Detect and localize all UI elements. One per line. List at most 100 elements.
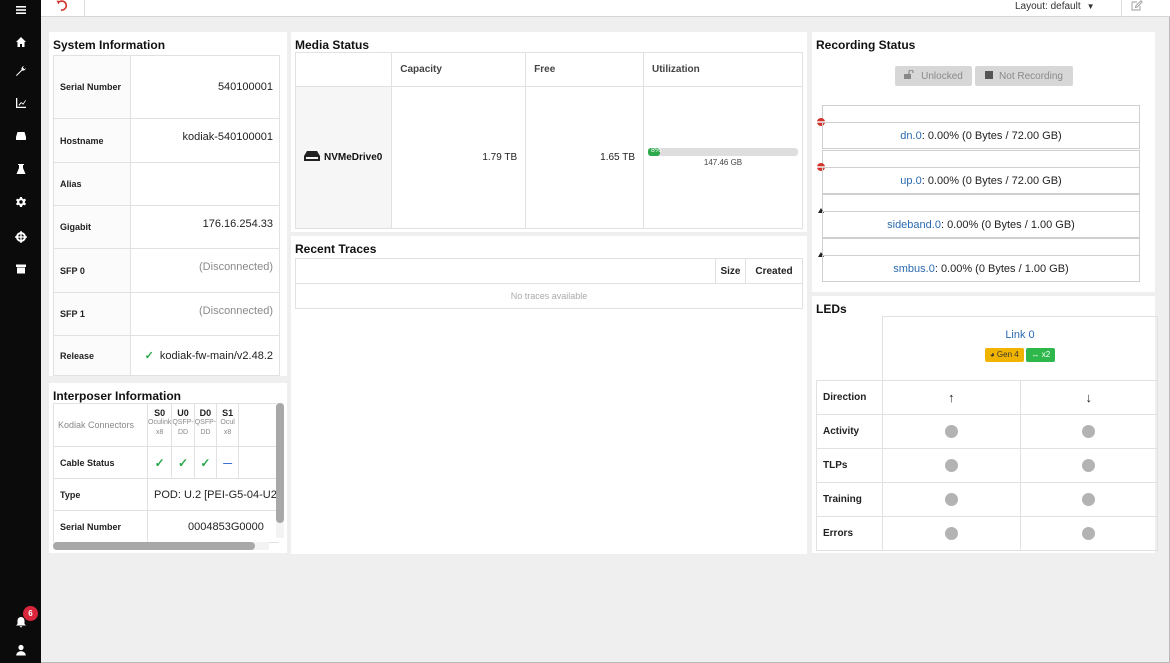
table-row: Serial Number 540100001 <box>53 55 280 119</box>
gear-icon[interactable] <box>0 192 41 212</box>
free-header: Free <box>525 52 644 87</box>
check-icon: ✓ <box>154 455 165 470</box>
interposer-scroll-area[interactable]: Kodiak Connectors S0 Oculink x8 U0 QSFP- DD … <box>53 403 279 546</box>
activity-down-led <box>1082 425 1096 438</box>
led-cell <box>882 448 1021 483</box>
buffer-usage: : 0.00% (0 Bytes / 1.00 GB) <box>940 219 1075 231</box>
sfp1-value: (Disconnected) <box>130 292 280 336</box>
serial-number-value: 540100001 <box>130 55 280 119</box>
unlock-icon <box>904 69 915 82</box>
errors-down-led <box>1082 527 1096 540</box>
interposer-table: Kodiak Connectors S0 Oculink x8 U0 QSFP- DD … <box>53 403 279 543</box>
buffer-bar <box>822 238 1140 255</box>
check-icon: ✓ <box>200 455 211 470</box>
size-header[interactable]: Size <box>715 258 746 284</box>
toolbar-divider <box>84 0 85 17</box>
traces-header-row: Size Created <box>295 258 803 284</box>
buffer-text: dn.0: 0.00% (0 Bytes / 72.00 GB) <box>822 122 1140 149</box>
buffer-name[interactable]: smbus.0 <box>893 263 935 275</box>
flask-icon[interactable] <box>0 159 41 179</box>
table-row: Release ✓ kodiak-fw-main/v2.48.2 <box>53 335 280 376</box>
buffer-usage: : 0.00% (0 Bytes / 1.00 GB) <box>934 263 1069 275</box>
buffer-usage: : 0.00% (0 Bytes / 72.00 GB) <box>921 175 1062 187</box>
chart-icon[interactable] <box>0 93 41 113</box>
buffer-name[interactable]: up.0 <box>900 175 921 187</box>
wrench-icon[interactable] <box>0 61 41 81</box>
stop-icon <box>985 70 994 82</box>
drive-icon <box>304 151 320 164</box>
table-row: SFP 1 (Disconnected) <box>53 292 280 336</box>
link-header: Link 0 ◕ Gen 4 ↔ x2 <box>882 316 1158 381</box>
vertical-scrollbar[interactable] <box>276 403 284 538</box>
dash-icon: — <box>223 457 233 468</box>
unlocked-label: Unlocked <box>921 70 963 82</box>
traces-empty-row: No traces available <box>295 283 803 309</box>
row-key: Gigabit <box>53 205 131 249</box>
gen-tag: ◕ Gen 4 <box>984 348 1024 362</box>
buffer-bar <box>822 194 1140 211</box>
layout-select-label: Layout: default <box>1015 1 1081 12</box>
connectors-label: Kodiak Connectors <box>53 403 148 447</box>
traces-table: Size Created No traces available <box>295 258 803 309</box>
capacity-header: Capacity <box>391 52 527 87</box>
leds-table: Link 0 ◕ Gen 4 ↔ x2 Direction ↑ ↓ Activi… <box>816 316 1158 551</box>
buffer-bar <box>822 105 1140 122</box>
edit-icon[interactable] <box>1131 0 1143 11</box>
direction-row: Direction ↑ ↓ <box>816 380 1158 415</box>
table-row: Gigabit 176.16.254.33 <box>53 205 280 249</box>
type-value: POD: U.2 [PEI-G5-04-U2 <box>147 478 279 511</box>
horizontal-scrollbar[interactable] <box>53 542 269 550</box>
utilization-header: Utilization <box>643 52 803 87</box>
leds-panel: LEDs Link 0 ◕ Gen 4 ↔ x2 Direction ↑ ↓ A… <box>812 296 1158 553</box>
top-bar: Layout: default ▼ <box>41 0 1170 17</box>
serial-row: Serial Number 0004853G0000 <box>53 510 279 543</box>
recording-status-title: Recording Status <box>816 38 916 52</box>
link-label[interactable]: Link 0 <box>883 329 1157 341</box>
connector-header-row: Kodiak Connectors S0 Oculink x8 U0 QSFP- DD … <box>53 403 279 447</box>
archive-icon[interactable] <box>0 259 41 279</box>
drive-icon[interactable] <box>0 126 41 146</box>
layout-select[interactable]: Layout: default ▼ <box>1015 0 1095 13</box>
alias-value <box>130 162 280 206</box>
system-info-title: System Information <box>53 38 166 52</box>
menu-icon[interactable] <box>0 0 41 20</box>
errors-label: Errors <box>816 516 883 551</box>
serial-number-value: 0004853G0000 <box>147 510 279 543</box>
undo-icon[interactable] <box>55 0 71 12</box>
cable-status-row: Cable Status ✓ ✓ ✓ — <box>53 446 279 479</box>
recent-traces-panel: Recent Traces Size Created No traces ava… <box>291 236 807 554</box>
not-recording-button[interactable]: Not Recording <box>975 66 1073 86</box>
buffer-text: sideband.0: 0.00% (0 Bytes / 1.00 GB) <box>822 211 1140 238</box>
direction-label: Direction <box>816 380 883 415</box>
drive-name: NVMeDrive0 <box>324 152 383 164</box>
activity-up-led <box>944 425 958 438</box>
tlps-label: TLPs <box>816 448 883 483</box>
user-icon[interactable] <box>0 640 41 660</box>
release-cell: ✓ kodiak-fw-main/v2.48.2 <box>130 335 280 376</box>
created-header[interactable]: Created <box>745 258 803 284</box>
buffer-name[interactable]: dn.0 <box>900 130 921 142</box>
header-blank <box>294 52 393 87</box>
not-recording-label: Not Recording <box>999 70 1063 82</box>
activity-label: Activity <box>816 414 883 449</box>
row-key: Release <box>53 335 131 376</box>
cable-status-d0: ✓ <box>193 446 218 479</box>
table-row: Hostname kodiak-540100001 <box>53 118 280 163</box>
home-icon[interactable] <box>0 32 41 52</box>
down-arrow-icon: ↓ <box>1019 380 1158 415</box>
connector-s0: S0 Oculink x8 <box>146 403 173 447</box>
unlocked-button[interactable]: Unlocked <box>895 66 972 86</box>
free-value: 1.65 TB <box>525 86 644 229</box>
media-status-panel: Media Status Capacity Free Utilization N… <box>291 32 807 232</box>
buffer-bar <box>822 150 1140 167</box>
scrollbar-thumb[interactable] <box>276 403 284 523</box>
connector-s1: S1 Ocul x8 <box>216 403 240 447</box>
release-value: kodiak-fw-main/v2.48.2 <box>159 350 273 362</box>
buffer-name[interactable]: sideband.0 <box>887 219 941 231</box>
utilization-used: 147.46 GB <box>703 158 743 167</box>
recording-status-panel: Recording Status Unlocked Not Recording … <box>812 32 1155 292</box>
buffer-text: up.0: 0.00% (0 Bytes / 72.00 GB) <box>822 167 1140 194</box>
scrollbar-thumb[interactable] <box>53 542 255 550</box>
connector-d0: D0 QSFP- DD <box>193 403 218 447</box>
crosshair-icon[interactable] <box>0 227 41 247</box>
